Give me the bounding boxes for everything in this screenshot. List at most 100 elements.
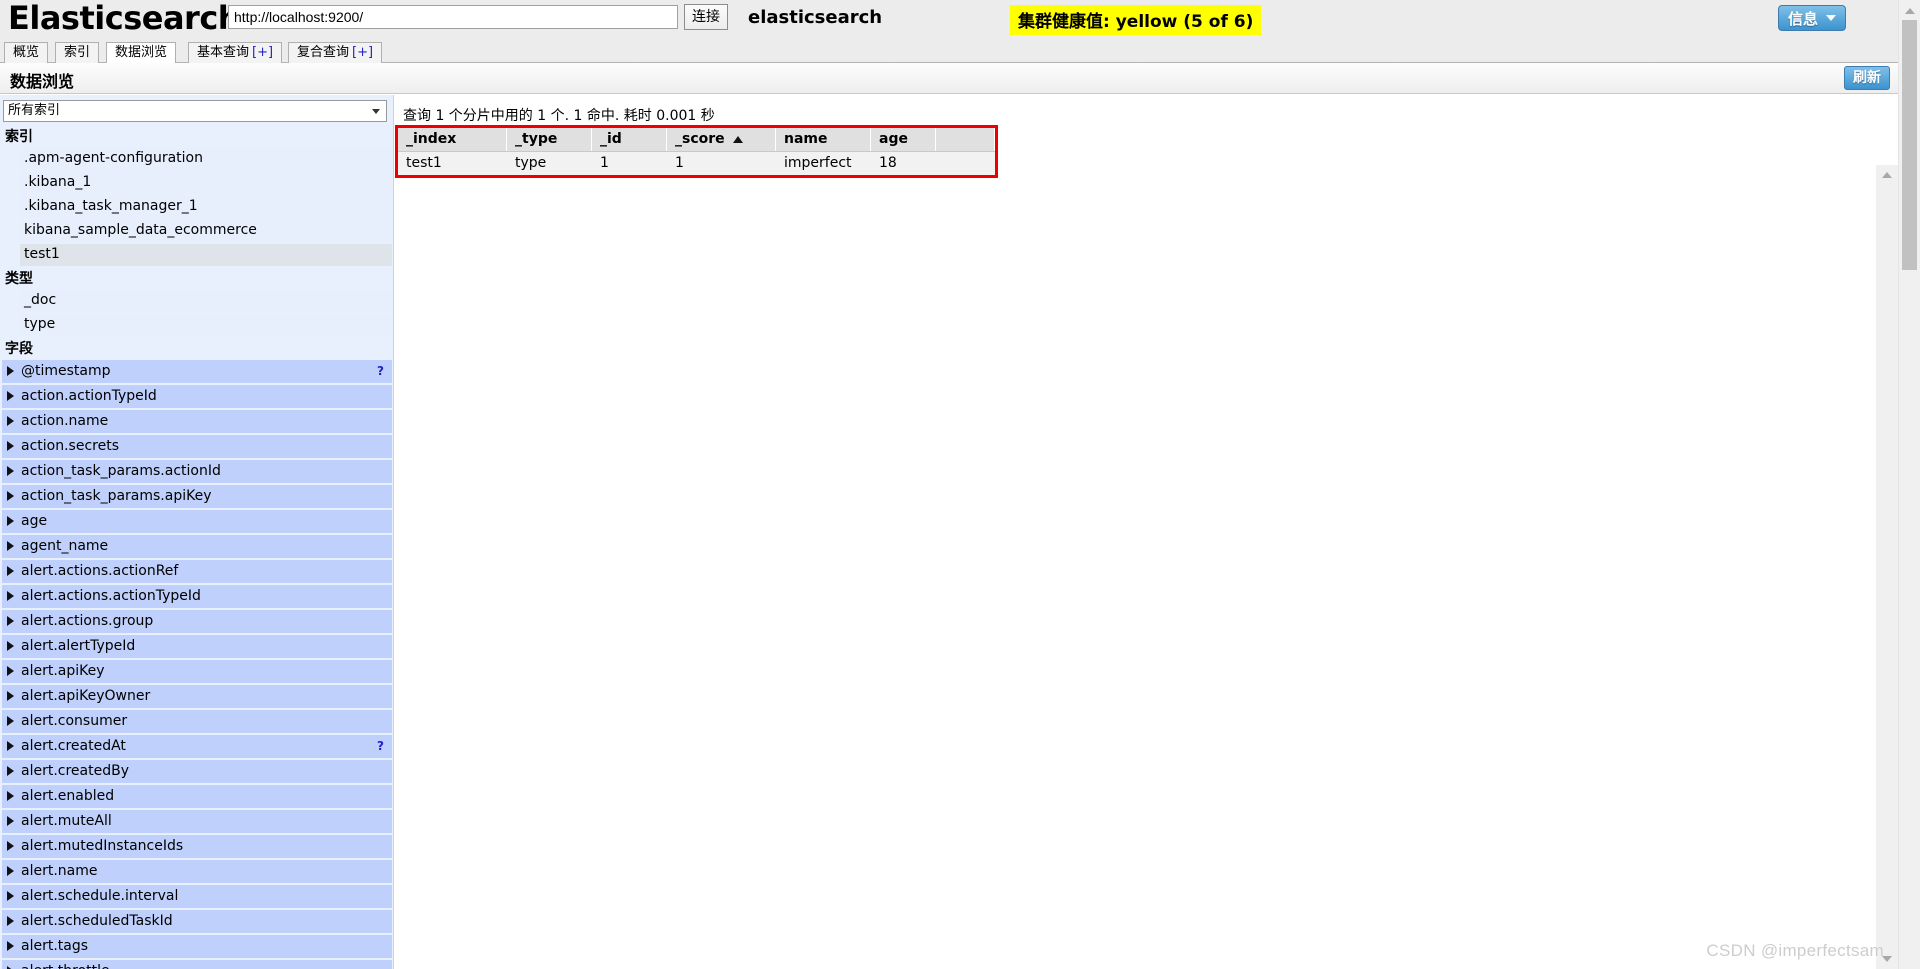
sidebar-item[interactable]: type (20, 314, 392, 336)
page-vertical-scrollbar[interactable] (1898, 0, 1920, 969)
tab-overview-label: 概览 (13, 45, 40, 60)
sidebar-item[interactable]: test1 (20, 244, 392, 266)
watermark: CSDN @imperfectsam (1706, 941, 1884, 960)
field-list-item[interactable]: alert.enabled (2, 785, 392, 808)
expand-triangle-icon[interactable] (7, 666, 14, 676)
cell-name: imperfect (775, 151, 871, 175)
field-list-item[interactable]: action.actionTypeId (2, 385, 392, 408)
sidebar-item[interactable]: .kibana_1 (20, 172, 392, 194)
host-url-input[interactable] (228, 5, 678, 29)
field-list-item[interactable]: alert.actions.group (2, 610, 392, 633)
field-list-item[interactable]: action.secrets (2, 435, 392, 458)
column-header-name[interactable]: name (775, 128, 871, 152)
field-list-item-label: alert.enabled (21, 788, 115, 804)
expand-triangle-icon[interactable] (7, 891, 14, 901)
field-list-item-label: alert.scheduledTaskId (21, 913, 173, 929)
sidebar-item-label: .kibana_task_manager_1 (24, 198, 198, 214)
table-row[interactable]: test1 type 1 1 imperfect 18 (398, 151, 995, 175)
expand-triangle-icon[interactable] (7, 541, 14, 551)
field-list-item[interactable]: age (2, 510, 392, 533)
field-list-item[interactable]: @timestamp? (2, 360, 392, 383)
field-list-item[interactable]: alert.tags (2, 935, 392, 958)
field-list-item-label: agent_name (21, 538, 109, 554)
field-list-item[interactable]: alert.apiKey (2, 660, 392, 683)
expand-triangle-icon[interactable] (7, 916, 14, 926)
page-scroll-thumb[interactable] (1902, 20, 1917, 270)
expand-triangle-icon[interactable] (7, 741, 14, 751)
tab-data-browse[interactable]: 数据浏览 (106, 42, 177, 64)
column-header-score[interactable]: _score (666, 128, 776, 152)
expand-triangle-icon[interactable] (7, 391, 14, 401)
sidebar-item[interactable]: .kibana_task_manager_1 (20, 196, 392, 218)
column-header-spacer (935, 128, 995, 152)
refresh-button[interactable]: 刷新 (1844, 66, 1890, 90)
field-list-item-label: action_task_params.apiKey (21, 488, 212, 504)
field-list-item-label: alert.muteAll (21, 813, 112, 829)
expand-triangle-icon[interactable] (7, 941, 14, 951)
expand-triangle-icon[interactable] (7, 466, 14, 476)
field-list-item[interactable]: alert.scheduledTaskId (2, 910, 392, 933)
field-list-item[interactable]: alert.actions.actionRef (2, 560, 392, 583)
field-list-item[interactable]: alert.consumer (2, 710, 392, 733)
column-header-id[interactable]: _id (591, 128, 667, 152)
field-list-item[interactable]: alert.muteAll (2, 810, 392, 833)
field-list-item[interactable]: alert.throttle (2, 960, 392, 969)
field-list-item[interactable]: alert.schedule.interval (2, 885, 392, 908)
expand-triangle-icon[interactable] (7, 716, 14, 726)
tab-basic-query[interactable]: 基本查询 [+] (188, 42, 283, 63)
expand-triangle-icon[interactable] (7, 791, 14, 801)
expand-triangle-icon[interactable] (7, 591, 14, 601)
index-selector[interactable]: 所有索引 (3, 100, 387, 122)
expand-triangle-icon[interactable] (7, 366, 14, 376)
expand-triangle-icon[interactable] (7, 566, 14, 576)
tab-compound-query-plus: [+] (352, 45, 374, 60)
field-list-item[interactable]: action_task_params.apiKey (2, 485, 392, 508)
column-header-type[interactable]: _type (506, 128, 592, 152)
expand-triangle-icon[interactable] (7, 441, 14, 451)
tab-compound-query[interactable]: 复合查询 [+] (288, 42, 383, 63)
tab-indices-label: 索引 (64, 45, 91, 60)
field-list-item-label: alert.actions.actionTypeId (21, 588, 201, 604)
field-list-item[interactable]: alert.createdAt? (2, 735, 392, 758)
expand-triangle-icon[interactable] (7, 691, 14, 701)
app-root: Elasticsearch 连接 elasticsearch 集群健康值: ye… (0, 0, 1920, 969)
expand-triangle-icon[interactable] (7, 866, 14, 876)
column-header-age[interactable]: age (870, 128, 936, 152)
scroll-up-icon[interactable] (1876, 168, 1898, 182)
sidebar-item[interactable]: _doc (20, 290, 392, 312)
field-list-item[interactable]: alert.name (2, 860, 392, 883)
expand-triangle-icon[interactable] (7, 616, 14, 626)
expand-triangle-icon[interactable] (7, 641, 14, 651)
info-button[interactable]: 信息 (1777, 5, 1846, 31)
field-list-item[interactable]: agent_name (2, 535, 392, 558)
cell-_score: 1 (666, 151, 776, 175)
field-help-icon[interactable]: ? (377, 362, 384, 380)
expand-triangle-icon[interactable] (7, 841, 14, 851)
field-list-item[interactable]: action.name (2, 410, 392, 433)
sort-ascending-icon (732, 135, 743, 143)
field-list-item[interactable]: alert.alertTypeId (2, 635, 392, 658)
expand-triangle-icon[interactable] (7, 816, 14, 826)
expand-triangle-icon[interactable] (7, 416, 14, 426)
field-list-item[interactable]: alert.createdBy (2, 760, 392, 783)
column-header-index[interactable]: _index (398, 128, 507, 152)
field-list-item[interactable]: alert.apiKeyOwner (2, 685, 392, 708)
column-header-age-label: age (879, 131, 908, 147)
app-header: Elasticsearch 连接 elasticsearch 集群健康值: ye… (0, 0, 1898, 41)
sidebar-item[interactable]: kibana_sample_data_ecommerce (20, 220, 392, 242)
connect-button[interactable]: 连接 (684, 4, 728, 30)
tab-overview[interactable]: 概览 (4, 42, 49, 63)
content-vertical-scrollbar[interactable] (1876, 165, 1898, 969)
tab-indices[interactable]: 索引 (55, 42, 100, 63)
expand-triangle-icon[interactable] (7, 766, 14, 776)
field-list-item-label: alert.schedule.interval (21, 888, 179, 904)
expand-triangle-icon[interactable] (7, 491, 14, 501)
field-list-item[interactable]: alert.actions.actionTypeId (2, 585, 392, 608)
page-scroll-up-icon[interactable] (1899, 3, 1920, 19)
field-list-item[interactable]: action_task_params.actionId (2, 460, 392, 483)
expand-triangle-icon[interactable] (7, 516, 14, 526)
cluster-health-badge: 集群健康值: yellow (5 of 6) (1010, 5, 1262, 35)
sidebar-item[interactable]: .apm-agent-configuration (20, 148, 392, 170)
field-list-item[interactable]: alert.mutedInstanceIds (2, 835, 392, 858)
field-help-icon[interactable]: ? (377, 737, 384, 755)
